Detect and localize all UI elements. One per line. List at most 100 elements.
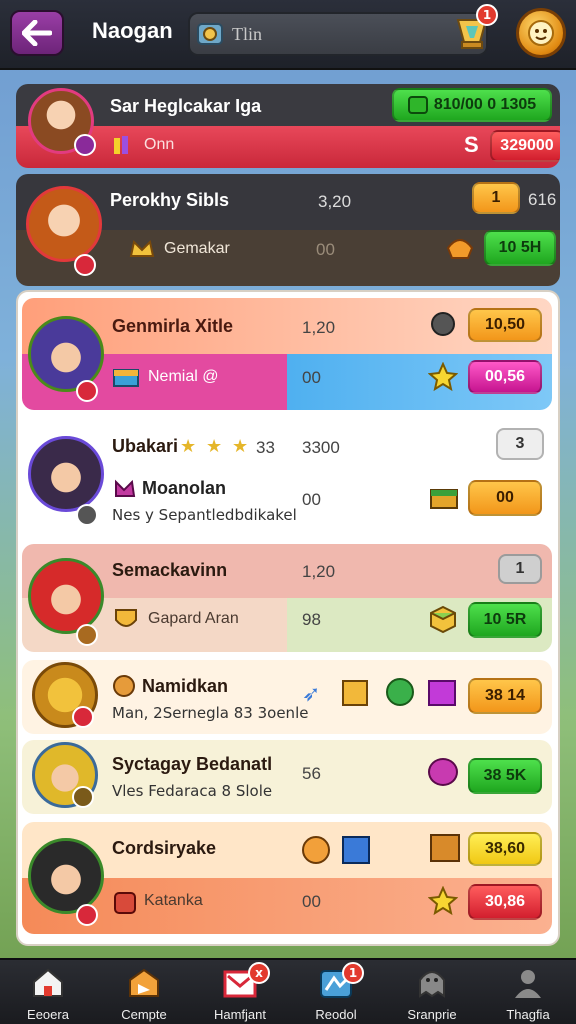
score-pill[interactable]: 38,60 [468,832,542,866]
cookie-icon [113,675,135,697]
count-value: 1 [515,560,525,577]
back-button[interactable] [10,10,64,56]
chest-icon [430,489,458,509]
avatar [28,436,104,512]
player-num: 00 [316,240,335,259]
rocket-icon: ➶ [302,682,321,707]
reward-value: 00 [496,489,514,506]
player-num: 00 [302,368,321,387]
player-name: Cordsiryake [112,838,217,858]
gem-icon [407,96,428,114]
dice-icon [342,836,370,864]
nav-badge: 1 [342,962,364,984]
avatar [28,838,104,914]
list-item[interactable]: Sar Heglcakar Iga Onn 810/00 0 1305 S 32… [16,84,560,168]
search-box[interactable] [188,12,488,56]
avatar [26,186,102,262]
player-name: Sar Heglcakar Iga [110,96,262,116]
fruit-icon [302,836,330,864]
list-item[interactable]: Genmirla Xitle 1,20 10,50 Nemial @ 00 00… [22,298,552,410]
player-score: 1,20 [302,318,336,337]
reward-value: 38 14 [484,687,526,704]
reward-pill[interactable]: 10 5H [484,230,556,266]
list-item[interactable]: Semackavinn 1,20 1 Gapard Aran 98 10 5R [22,544,552,652]
score-pill[interactable]: 10,50 [468,308,542,342]
player-sub: Gapard Aran [148,610,239,627]
player-extra: 33 [256,438,275,457]
list-item[interactable]: Ubakari ★ ★ ★ 33 3300 3 Moanolan Nes y S… [22,420,552,534]
star-icon: ★ [232,436,249,457]
reward-pill[interactable]: 00,56 [468,360,542,394]
player-sub: Nemial @ [148,368,219,385]
level-badge [72,786,94,808]
reward-pill[interactable]: 30,86 [468,884,542,920]
count-pill[interactable]: 1 [498,554,542,584]
reward-pill[interactable]: 38 5K [468,758,542,794]
reward-value: 00,56 [484,368,526,385]
reward-pill[interactable]: 10 5R [468,602,542,638]
back-arrow-icon [22,20,52,46]
player-name: Syctagay Bedanatl [112,754,273,774]
trophy-badge: 1 [476,4,498,26]
level-badge [76,504,98,526]
list-item[interactable]: Perokhy Sibls 3,20 1 616 Gemakar 00 10 5… [16,174,560,286]
player-score: 3300 [302,438,340,457]
nav-item-explore[interactable]: Sranprie [384,960,480,1024]
gift-box-icon [428,680,456,706]
level-badge [74,134,96,156]
nav-item-compete[interactable]: Cempte [96,960,192,1024]
player-sub: Gemakar [164,240,230,257]
nav-label: Sranprie [407,1007,457,1022]
nav-label: Eeoera [27,1007,69,1022]
nav-label: Hamfjant [213,1007,267,1022]
player-name: Semackavinn [112,560,228,580]
player-score: 1,20 [302,562,336,581]
currency-pill[interactable]: 329000 [490,130,560,162]
score-value: 10,50 [484,316,526,333]
nav-label: Thagfia [506,1007,550,1022]
fish-icon: ★ [180,436,197,457]
score-pill[interactable]: 810/00 0 1305 [392,88,552,122]
nav-item-map[interactable]: 1 Reodol [288,960,384,1024]
player-num: 00 [302,490,321,509]
player-name: Namidkan [142,676,229,696]
nav-item-home[interactable]: Eeoera [0,960,96,1024]
currency-letter: S [464,132,479,157]
nav-badge: x [248,962,270,984]
bottom-nav: Eeoera Cempte x Hamfjant 1 Reodol Sranpr… [0,958,576,1024]
helmet-icon [431,312,455,336]
player-name: Perokhy Sibls [110,190,230,210]
magnet-icon [115,479,136,497]
nav-item-messages[interactable]: x Hamfjant [192,960,288,1024]
avatar [28,558,104,634]
reward-value: 10 5H [498,239,542,256]
list-item[interactable]: Syctagay Bedanatl Vles Fedaraca 8 Slole … [22,740,552,814]
star-icon [428,362,458,392]
crate-icon [342,680,368,706]
count-pill[interactable]: 1 [472,182,520,214]
score-value: 38,60 [484,840,526,857]
player-name: Genmirla Xitle [112,316,234,336]
currency-value: 329000 [500,137,554,154]
reward-pill[interactable]: 00 [468,480,542,516]
reward-value: 30,86 [484,893,526,910]
score-value: 810/00 0 1305 [433,96,537,113]
cube-icon [430,605,456,634]
coin-button[interactable] [516,8,566,58]
candy-icon [428,758,458,786]
search-icon [197,23,223,45]
tree-icon [386,678,414,706]
player-num: 56 [302,764,321,783]
list-item[interactable]: Cordsiryake 38,60 Katanka 00 30,86 [22,822,552,934]
star-icon: ★ [206,436,223,457]
trophy-button[interactable]: 1 [450,4,498,52]
count-pill[interactable]: 3 [496,428,544,460]
list-item[interactable]: Namidkan Man, 2Sernegla 83 3oenle ➶ 38 1… [22,660,552,734]
player-score: 3,20 [318,192,352,211]
nav-item-profile[interactable]: Thagfia [480,960,576,1024]
home-icon [33,968,63,997]
reward-pill[interactable]: 38 14 [468,678,542,714]
treasure-icon [446,239,474,259]
search-input[interactable] [232,23,432,45]
level-badge [76,904,98,926]
